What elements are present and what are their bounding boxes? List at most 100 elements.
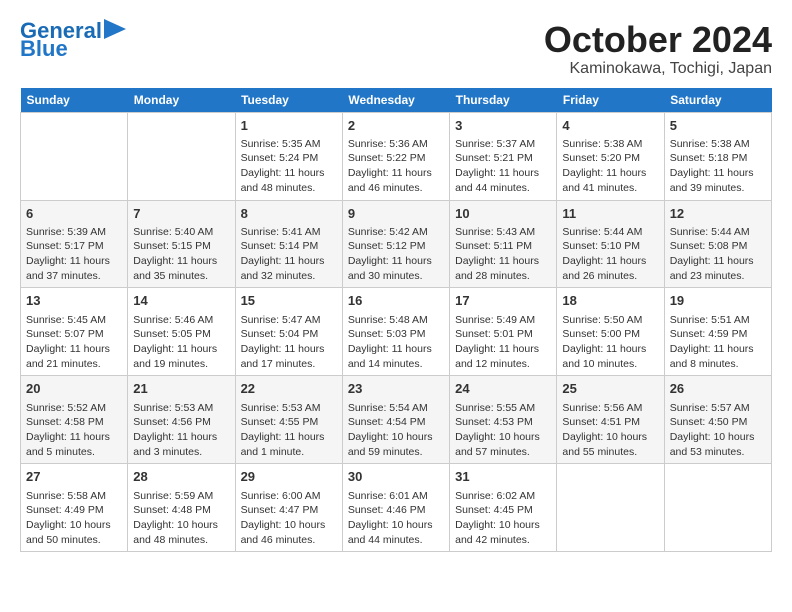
cell-info: Sunrise: 5:55 AM [455, 401, 551, 416]
calendar-cell: 1Sunrise: 5:35 AMSunset: 5:24 PMDaylight… [235, 112, 342, 200]
calendar-cell: 16Sunrise: 5:48 AMSunset: 5:03 PMDayligh… [342, 288, 449, 376]
calendar-table: SundayMondayTuesdayWednesdayThursdayFrid… [20, 88, 772, 553]
cell-info: Sunset: 4:47 PM [241, 503, 337, 518]
day-number: 10 [455, 205, 551, 223]
cell-info: Sunrise: 6:02 AM [455, 489, 551, 504]
cell-info: Sunset: 4:53 PM [455, 415, 551, 430]
cell-info: Sunset: 4:55 PM [241, 415, 337, 430]
day-header-sunday: Sunday [21, 88, 128, 113]
calendar-cell: 28Sunrise: 5:59 AMSunset: 4:48 PMDayligh… [128, 464, 235, 552]
cell-info: Sunset: 5:03 PM [348, 327, 444, 342]
day-number: 23 [348, 380, 444, 398]
cell-info: Sunset: 4:58 PM [26, 415, 122, 430]
title-block: October 2024 Kaminokawa, Tochigi, Japan [544, 20, 772, 78]
cell-info: Sunrise: 5:57 AM [670, 401, 766, 416]
calendar-cell: 2Sunrise: 5:36 AMSunset: 5:22 PMDaylight… [342, 112, 449, 200]
cell-info: Daylight: 11 hours and 3 minutes. [133, 430, 229, 459]
cell-info: Sunrise: 5:38 AM [562, 137, 658, 152]
cell-info: Daylight: 11 hours and 35 minutes. [133, 254, 229, 283]
cell-info: Sunset: 5:17 PM [26, 239, 122, 254]
cell-info: Sunset: 5:21 PM [455, 151, 551, 166]
calendar-cell: 12Sunrise: 5:44 AMSunset: 5:08 PMDayligh… [664, 200, 771, 288]
day-number: 8 [241, 205, 337, 223]
day-header-saturday: Saturday [664, 88, 771, 113]
cell-info: Sunrise: 5:46 AM [133, 313, 229, 328]
day-number: 6 [26, 205, 122, 223]
cell-info: Sunset: 4:48 PM [133, 503, 229, 518]
cell-info: Daylight: 11 hours and 10 minutes. [562, 342, 658, 371]
calendar-week-row: 6 Sunrise: 5:39 AMSunset: 5:17 PM Daylight… [21, 200, 772, 288]
cell-info: Daylight: 11 hours and 41 minutes. [562, 166, 658, 195]
cell-info: Sunset: 5:07 PM [26, 327, 122, 342]
cell-info: Sunset: 5:15 PM [133, 239, 229, 254]
cell-info: Sunset: 4:56 PM [133, 415, 229, 430]
day-header-friday: Friday [557, 88, 664, 113]
cell-info: Sunset: 5:10 PM [562, 239, 658, 254]
cell-info: Daylight: 11 hours and 46 minutes. [348, 166, 444, 195]
day-number: 19 [670, 292, 766, 310]
calendar-cell: 29Sunrise: 6:00 AMSunset: 4:47 PMDayligh… [235, 464, 342, 552]
calendar-cell: 8Sunrise: 5:41 AMSunset: 5:14 PMDaylight… [235, 200, 342, 288]
cell-info: Sunrise: 5:37 AM [455, 137, 551, 152]
cell-info: Sunset: 5:18 PM [670, 151, 766, 166]
day-number: 13 [26, 292, 122, 310]
day-header-tuesday: Tuesday [235, 88, 342, 113]
cell-info: Sunrise: 5:43 AM [455, 225, 551, 240]
cell-info: Sunrise: 6:01 AM [348, 489, 444, 504]
day-number: 16 [348, 292, 444, 310]
cell-info: Daylight: 11 hours and 5 minutes. [26, 430, 122, 459]
calendar-cell: 21Sunrise: 5:53 AMSunset: 4:56 PMDayligh… [128, 376, 235, 464]
cell-info: Sunrise: 5:44 AM [670, 225, 766, 240]
day-number: 20 [26, 380, 122, 398]
day-number: 24 [455, 380, 551, 398]
calendar-cell: 27Sunrise: 5:58 AMSunset: 4:49 PMDayligh… [21, 464, 128, 552]
cell-info: Sunrise: 5:42 AM [348, 225, 444, 240]
cell-info: Sunset: 5:14 PM [241, 239, 337, 254]
cell-info: Sunset: 4:50 PM [670, 415, 766, 430]
cell-info: Daylight: 10 hours and 46 minutes. [241, 518, 337, 547]
day-number: 2 [348, 117, 444, 135]
logo: General Blue [20, 20, 126, 60]
calendar-cell: 20Sunrise: 5:52 AMSunset: 4:58 PMDayligh… [21, 376, 128, 464]
day-number: 27 [26, 468, 122, 486]
cell-info: Sunrise: 5:39 AM [26, 225, 122, 240]
day-number: 14 [133, 292, 229, 310]
calendar-cell: 26Sunrise: 5:57 AMSunset: 4:50 PMDayligh… [664, 376, 771, 464]
cell-info: Sunset: 5:08 PM [670, 239, 766, 254]
day-number: 18 [562, 292, 658, 310]
cell-info: Daylight: 11 hours and 19 minutes. [133, 342, 229, 371]
cell-info: Daylight: 10 hours and 55 minutes. [562, 430, 658, 459]
cell-info: Daylight: 11 hours and 28 minutes. [455, 254, 551, 283]
cell-info: Sunrise: 5:45 AM [26, 313, 122, 328]
cell-info: Sunset: 4:46 PM [348, 503, 444, 518]
day-number: 21 [133, 380, 229, 398]
cell-info: Daylight: 11 hours and 23 minutes. [670, 254, 766, 283]
day-number: 30 [348, 468, 444, 486]
calendar-cell: 9Sunrise: 5:42 AMSunset: 5:12 PMDaylight… [342, 200, 449, 288]
day-number: 9 [348, 205, 444, 223]
day-number: 31 [455, 468, 551, 486]
calendar-cell: 25Sunrise: 5:56 AMSunset: 4:51 PMDayligh… [557, 376, 664, 464]
calendar-cell [21, 112, 128, 200]
cell-info: Daylight: 10 hours and 59 minutes. [348, 430, 444, 459]
calendar-cell: 22Sunrise: 5:53 AMSunset: 4:55 PMDayligh… [235, 376, 342, 464]
day-number: 25 [562, 380, 658, 398]
cell-info: Daylight: 11 hours and 17 minutes. [241, 342, 337, 371]
cell-info: Sunrise: 5:49 AM [455, 313, 551, 328]
day-number: 17 [455, 292, 551, 310]
day-number: 15 [241, 292, 337, 310]
day-header-wednesday: Wednesday [342, 88, 449, 113]
day-number: 7 [133, 205, 229, 223]
day-number: 28 [133, 468, 229, 486]
day-number: 11 [562, 205, 658, 223]
day-number: 26 [670, 380, 766, 398]
calendar-cell: 10Sunrise: 5:43 AMSunset: 5:11 PMDayligh… [450, 200, 557, 288]
cell-info: Sunset: 4:51 PM [562, 415, 658, 430]
calendar-cell: 30Sunrise: 6:01 AMSunset: 4:46 PMDayligh… [342, 464, 449, 552]
day-header-monday: Monday [128, 88, 235, 113]
cell-info: Daylight: 11 hours and 44 minutes. [455, 166, 551, 195]
calendar-cell: 5Sunrise: 5:38 AMSunset: 5:18 PMDaylight… [664, 112, 771, 200]
cell-info: Sunrise: 5:36 AM [348, 137, 444, 152]
location-title: Kaminokawa, Tochigi, Japan [544, 60, 772, 78]
day-header-thursday: Thursday [450, 88, 557, 113]
